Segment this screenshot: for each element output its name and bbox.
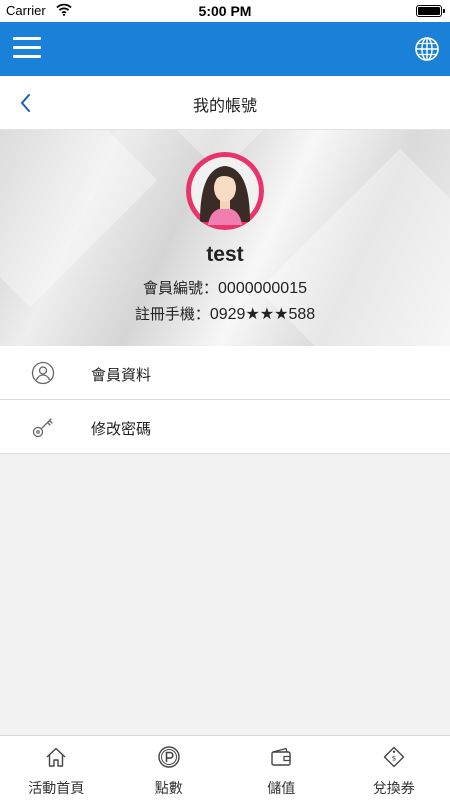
home-icon bbox=[44, 745, 68, 769]
tab-topup[interactable]: 儲值 bbox=[225, 736, 338, 800]
key-icon bbox=[31, 415, 55, 439]
avatar bbox=[186, 152, 264, 230]
clock: 5:00 PM bbox=[198, 3, 252, 19]
tab-label: 兌換券 bbox=[372, 781, 415, 797]
menu-item-member-info[interactable]: 會員資料 bbox=[0, 346, 450, 400]
points-icon bbox=[157, 745, 181, 769]
app-bar bbox=[0, 22, 450, 76]
profile-card: test 會員編號：0000000015 註冊手機：0929★★★588 bbox=[0, 130, 450, 346]
phone-value: 0929★★★588 bbox=[209, 306, 316, 323]
coupon-icon: $ bbox=[382, 745, 406, 769]
user-icon bbox=[31, 361, 55, 385]
globe-language-icon[interactable] bbox=[414, 36, 440, 62]
menu-item-label: 會員資料 bbox=[91, 366, 152, 384]
status-bar: Carrier 5:00 PM bbox=[0, 0, 450, 22]
tab-coupons[interactable]: $ 兌換券 bbox=[338, 736, 450, 800]
svg-text:$: $ bbox=[392, 755, 396, 763]
page-title: 我的帳號 bbox=[192, 96, 257, 115]
user-name: test bbox=[206, 243, 244, 266]
tab-label: 活動首頁 bbox=[28, 781, 85, 797]
tab-points[interactable]: 點數 bbox=[113, 736, 226, 800]
page-header: 我的帳號 bbox=[0, 76, 450, 130]
phone-row: 註冊手機：0929★★★588 bbox=[0, 303, 450, 324]
tab-label: 點數 bbox=[154, 781, 183, 797]
phone-label: 註冊手機： bbox=[134, 305, 210, 323]
battery-icon bbox=[416, 5, 445, 17]
tab-label: 儲值 bbox=[267, 781, 296, 797]
member-number-label: 會員編號： bbox=[143, 279, 219, 297]
member-number-value: 0000000015 bbox=[218, 280, 307, 297]
menu-item-change-password[interactable]: 修改密碼 bbox=[0, 400, 450, 454]
bottom-tab-bar: 活動首頁 點數 儲值 $ 兌換券 bbox=[0, 735, 450, 800]
wallet-icon bbox=[269, 745, 293, 769]
tab-home[interactable]: 活動首頁 bbox=[0, 736, 113, 800]
member-number-row: 會員編號：0000000015 bbox=[0, 277, 450, 298]
menu-item-label: 修改密碼 bbox=[91, 420, 152, 438]
account-menu: 會員資料 修改密碼 bbox=[0, 346, 450, 454]
hamburger-menu-icon[interactable] bbox=[13, 37, 41, 61]
